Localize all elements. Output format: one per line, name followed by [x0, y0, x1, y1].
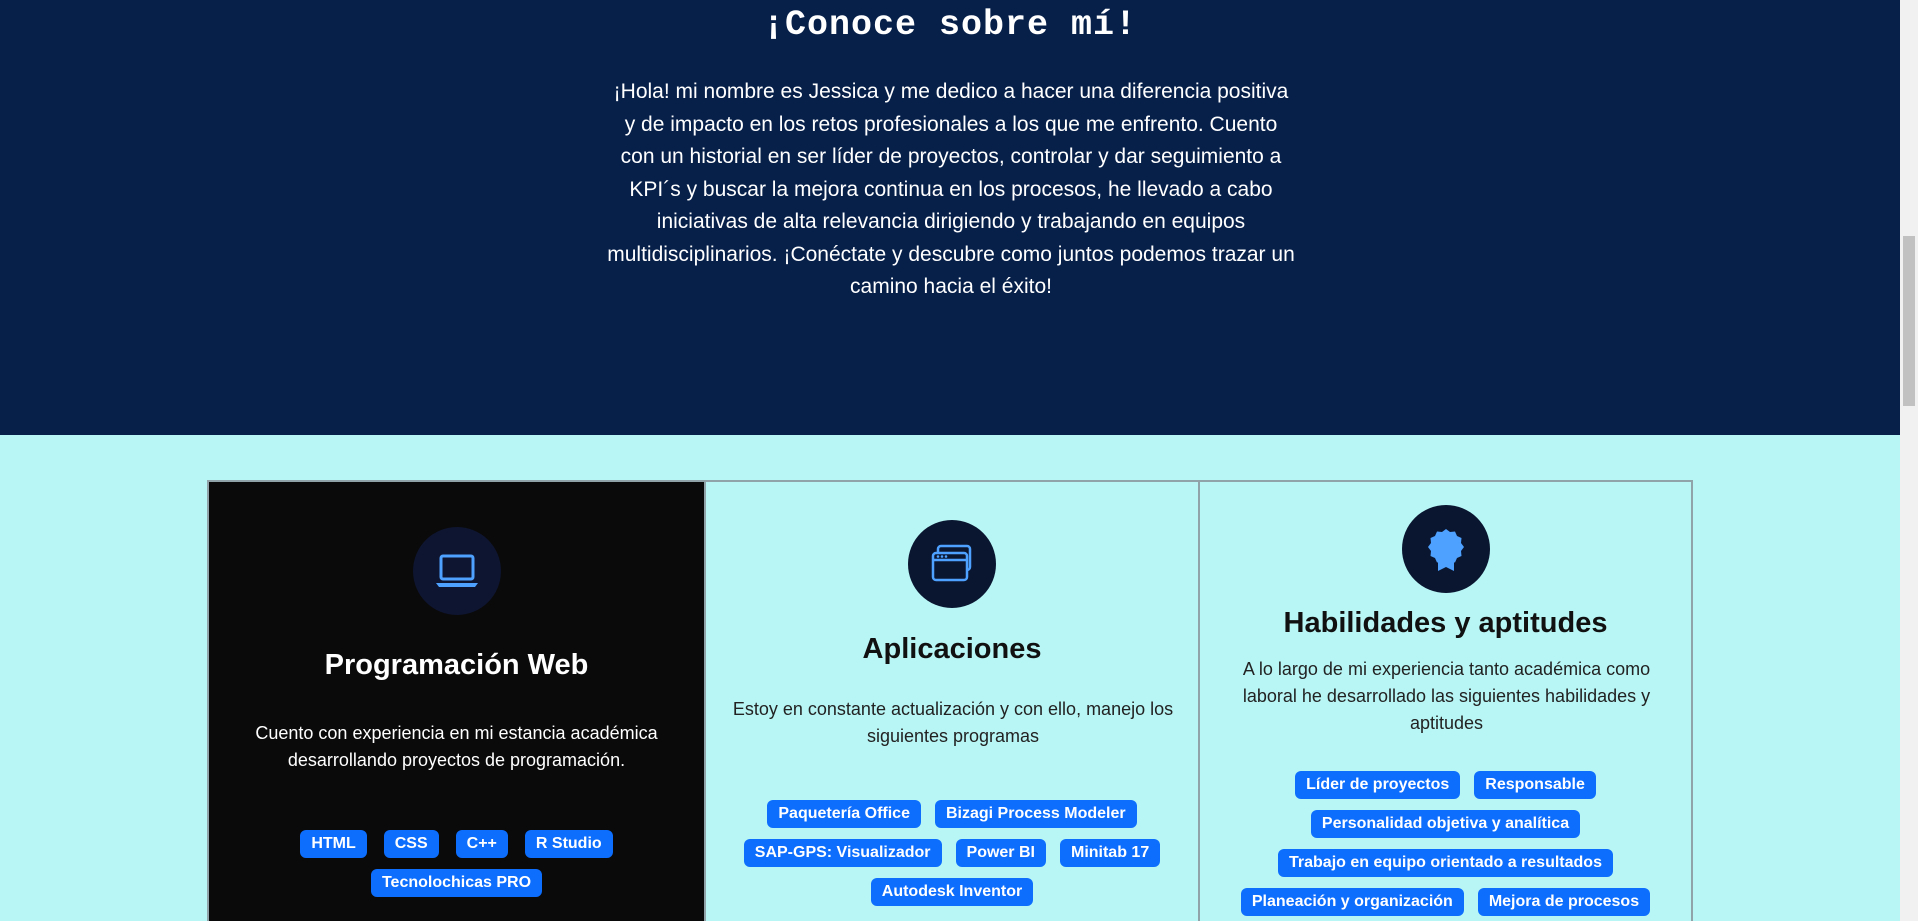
scrollbar-thumb[interactable] — [1903, 236, 1915, 406]
tag-list: Paquetería Office Bizagi Process Modeler… — [706, 800, 1198, 906]
card-programacion-web: Programación Web Cuento con experiencia … — [209, 482, 704, 921]
tag-list: Líder de proyectos Responsable Personali… — [1200, 771, 1691, 916]
tag-trabajo-equipo: Trabajo en equipo orientado a resultados — [1278, 849, 1613, 877]
card-title: Aplicaciones — [862, 633, 1042, 665]
skills-cards: Programación Web Cuento con experiencia … — [207, 480, 1693, 921]
tag-bizagi: Bizagi Process Modeler — [934, 800, 1137, 828]
tag-html: HTML — [300, 830, 367, 858]
laptop-icon — [412, 527, 501, 615]
page-scrollbar[interactable] — [1900, 0, 1918, 921]
tag-mejora-procesos: Mejora de procesos — [1477, 888, 1651, 916]
tag-autodesk-inventor: Autodesk Inventor — [870, 878, 1034, 906]
card-description: A lo largo de mi experiencia tanto acadé… — [1242, 659, 1651, 733]
tag-tecnolochicas-pro: Tecnolochicas PRO — [370, 869, 543, 897]
app-windows-icon — [908, 520, 996, 608]
card-habilidades: Habilidades y aptitudes A lo largo de mi… — [1198, 482, 1691, 921]
tag-cpp: C++ — [455, 830, 508, 858]
about-title: ¡Conoce sobre mí! — [762, 5, 1138, 45]
card-title: Habilidades y aptitudes — [1283, 607, 1608, 639]
tag-list: HTML CSS C++ R Studio Tecnolochicas PRO — [209, 830, 704, 897]
tag-css: CSS — [383, 830, 439, 858]
card-description: Estoy en constante actualización y con e… — [732, 699, 1174, 746]
card-aplicaciones: Aplicaciones Estoy en constante actualiz… — [704, 482, 1198, 921]
card-title: Programación Web — [324, 649, 589, 681]
about-description: ¡Hola! mi nombre es Jessica y me dedico … — [607, 80, 1295, 298]
tag-personalidad: Personalidad objetiva y analítica — [1310, 810, 1581, 838]
tag-paqueteria-office: Paquetería Office — [767, 800, 921, 828]
award-ribbon-icon — [1401, 505, 1490, 593]
card-description: Cuento con experiencia en mi estancia ac… — [255, 723, 658, 770]
tag-sap-gps: SAP-GPS: Visualizador — [743, 839, 942, 867]
tag-minitab: Minitab 17 — [1059, 839, 1161, 867]
tag-planeacion: Planeación y organización — [1240, 888, 1464, 916]
about-section: ¡Conoce sobre mí! ¡Hola! mi nombre es Je… — [0, 0, 1900, 435]
tag-power-bi: Power BI — [955, 839, 1046, 867]
tag-r-studio: R Studio — [524, 830, 613, 858]
tag-lider-proyectos: Líder de proyectos — [1295, 771, 1461, 799]
tag-responsable: Responsable — [1474, 771, 1596, 799]
